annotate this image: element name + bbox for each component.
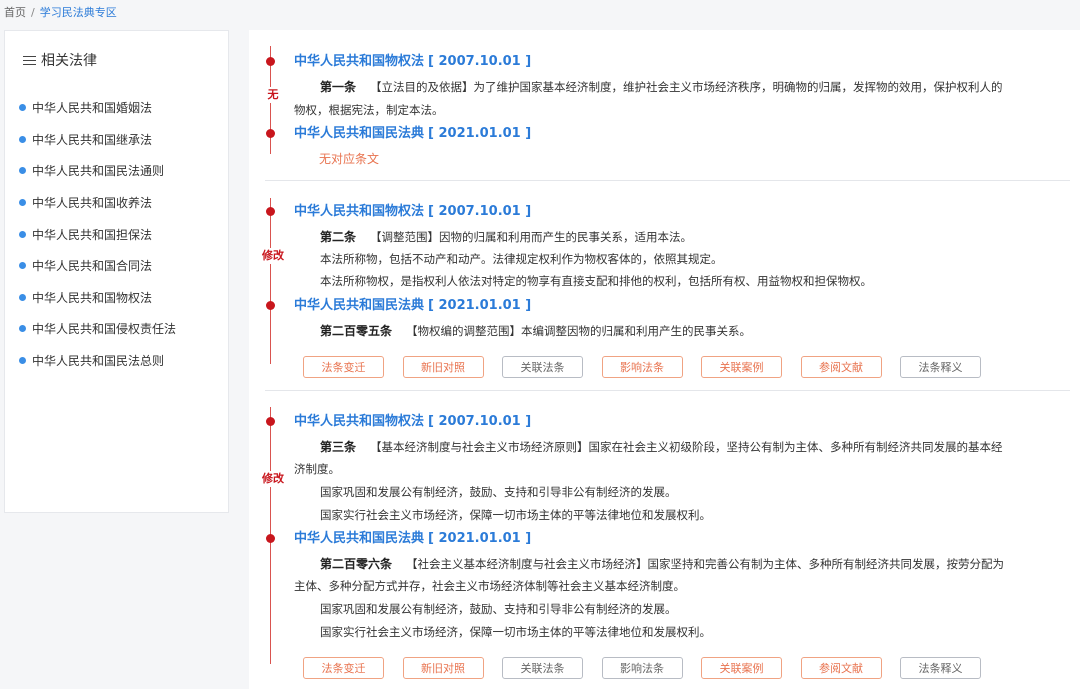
timeline-line: [270, 198, 271, 364]
new-law-title[interactable]: 中华人民共和国民法典[ 2021.01.01 ]: [294, 530, 531, 548]
article-interpretation-button[interactable]: 法条释义: [900, 657, 981, 679]
old-new-comparison-button[interactable]: 新旧对照: [402, 657, 484, 679]
article-interpretation-button[interactable]: 法条释义: [900, 356, 981, 378]
change-type-tag: 修改: [255, 248, 291, 264]
old-law-title[interactable]: 中华人民共和国物权法[ 2007.10.01 ]: [294, 53, 531, 71]
article-comparison-1: 无 中华人民共和国物权法[ 2007.10.01 ] 第一条 【立法目的及依据】为…: [249, 30, 1080, 180]
change-type-tag: 无: [255, 87, 291, 103]
sidebar-title: 相关法律: [41, 53, 97, 69]
breadcrumb-separator: /: [31, 6, 35, 19]
sidebar-item-contract[interactable]: 中华人民共和国合同法: [19, 250, 176, 282]
law-evolution-button[interactable]: 法条变迁: [303, 356, 384, 378]
bullet-dot-icon: [19, 199, 26, 207]
bullet-dot-icon: [19, 293, 26, 301]
sidebar-item-guarantee[interactable]: 中华人民共和国担保法: [19, 218, 176, 250]
affected-articles-button[interactable]: 影响法条: [601, 657, 683, 679]
sidebar-item-civil-general-provisions[interactable]: 中华人民共和国民法总则: [19, 345, 176, 377]
change-type-tag: 修改: [255, 471, 291, 487]
sidebar-item-inheritance[interactable]: 中华人民共和国继承法: [19, 124, 176, 156]
sidebar-item-property[interactable]: 中华人民共和国物权法: [19, 282, 176, 314]
timeline-dot: [266, 301, 275, 310]
new-article-text: 第二百零五条 【物权编的调整范围】本编调整因物的归属和利用产生的民事关系。: [320, 324, 752, 338]
bullet-dot-icon: [19, 104, 26, 112]
timeline-dot: [266, 534, 275, 543]
article-comparison-3: 修改 中华人民共和国物权法[ 2007.10.01 ] 第三条 【基本经济制度与社…: [249, 390, 1080, 689]
old-article-text: 物权，根据宪法，制定本法。: [294, 103, 444, 117]
sidebar: 相关法律 中华人民共和国婚姻法 中华人民共和国继承法 中华人民共和国民法通则 中…: [4, 30, 229, 513]
sidebar-item-civil-general-principles[interactable]: 中华人民共和国民法通则: [19, 155, 176, 187]
old-article-text: 本法所称物权，是指权利人依法对特定的物享有直接支配和排他的权利，包括所有权、用益…: [320, 274, 872, 288]
old-article-text: 第三条 【基本经济制度与社会主义市场经济原则】国家在社会主义初级阶段，坚持公有制为…: [320, 440, 1003, 454]
related-articles-button[interactable]: 关联法条: [502, 356, 583, 378]
new-law-title[interactable]: 中华人民共和国民法典[ 2021.01.01 ]: [294, 297, 531, 315]
article-comparison-2: 修改 中华人民共和国物权法[ 2007.10.01 ] 第二条 【调整范围】因物的…: [249, 180, 1080, 390]
old-article-text: 国家巩固和发展公有制经济，鼓励、支持和引导非公有制经济的发展。: [320, 485, 677, 499]
law-list: 中华人民共和国婚姻法 中华人民共和国继承法 中华人民共和国民法通则 中华人民共和…: [19, 92, 176, 376]
article-action-buttons: 法条变迁 新旧对照 关联法条 影响法条 关联案例 参阅文献 法条释义: [303, 356, 1000, 378]
timeline-dot: [266, 207, 275, 216]
sidebar-header: 相关法律: [23, 50, 97, 70]
old-article-text: 第一条 【立法目的及依据】为了维护国家基本经济制度，维护社会主义市场经济秩序，明确…: [320, 80, 1003, 94]
law-evolution-button[interactable]: 法条变迁: [303, 657, 384, 679]
breadcrumb-home[interactable]: 首页: [4, 6, 26, 19]
related-articles-button[interactable]: 关联法条: [502, 657, 583, 679]
bullet-dot-icon: [19, 230, 26, 238]
no-match-text: 无对应条文: [319, 152, 380, 166]
old-article-text: 济制度。: [294, 462, 340, 476]
old-article-text: 国家实行社会主义市场经济，保障一切市场主体的平等法律地位和发展权利。: [320, 508, 711, 522]
old-law-title[interactable]: 中华人民共和国物权法[ 2007.10.01 ]: [294, 203, 531, 221]
old-new-comparison-button[interactable]: 新旧对照: [402, 356, 484, 378]
bullet-dot-icon: [19, 325, 26, 333]
bullet-dot-icon: [19, 262, 26, 270]
bullet-dot-icon: [19, 167, 26, 175]
sidebar-item-adoption[interactable]: 中华人民共和国收养法: [19, 187, 176, 219]
reference-literature-button[interactable]: 参阅文献: [800, 657, 882, 679]
related-cases-button[interactable]: 关联案例: [701, 356, 782, 378]
bullet-dot-icon: [19, 135, 26, 143]
article-action-buttons: 法条变迁 新旧对照 关联法条 影响法条 关联案例 参阅文献 法条释义: [303, 657, 1000, 679]
timeline-dot: [266, 129, 275, 138]
bullet-dot-icon: [19, 357, 26, 365]
old-article-text: 本法所称物，包括不动产和动产。法律规定权利作为物权客体的，依照其规定。: [320, 252, 723, 266]
new-article-text: 第二百零六条 【社会主义基本经济制度与社会主义市场经济】国家坚持和完善公有制为主体…: [320, 557, 1005, 571]
menu-icon: [23, 55, 36, 66]
old-law-title[interactable]: 中华人民共和国物权法[ 2007.10.01 ]: [294, 413, 531, 431]
breadcrumb-current[interactable]: 学习民法典专区: [40, 6, 117, 19]
related-cases-button[interactable]: 关联案例: [701, 657, 782, 679]
new-article-text: 主体、多种分配方式并存，社会主义市场经济体制等社会主义基本经济制度。: [294, 579, 685, 593]
comparison-panel: 无 中华人民共和国物权法[ 2007.10.01 ] 第一条 【立法目的及依据】为…: [249, 30, 1080, 689]
sidebar-item-marriage[interactable]: 中华人民共和国婚姻法: [19, 92, 176, 124]
timeline-dot: [266, 57, 275, 66]
new-article-text: 国家巩固和发展公有制经济，鼓励、支持和引导非公有制经济的发展。: [320, 602, 677, 616]
new-article-text: 国家实行社会主义市场经济，保障一切市场主体的平等法律地位和发展权利。: [320, 625, 711, 639]
reference-literature-button[interactable]: 参阅文献: [800, 356, 882, 378]
sidebar-item-tort-liability[interactable]: 中华人民共和国侵权责任法: [19, 313, 176, 345]
old-article-text: 第二条 【调整范围】因物的归属和利用而产生的民事关系，适用本法。: [320, 230, 693, 244]
affected-articles-button[interactable]: 影响法条: [601, 356, 683, 378]
new-law-title[interactable]: 中华人民共和国民法典[ 2021.01.01 ]: [294, 125, 531, 143]
timeline-dot: [266, 417, 275, 426]
breadcrumb: 首页 / 学习民法典专区: [4, 6, 117, 20]
